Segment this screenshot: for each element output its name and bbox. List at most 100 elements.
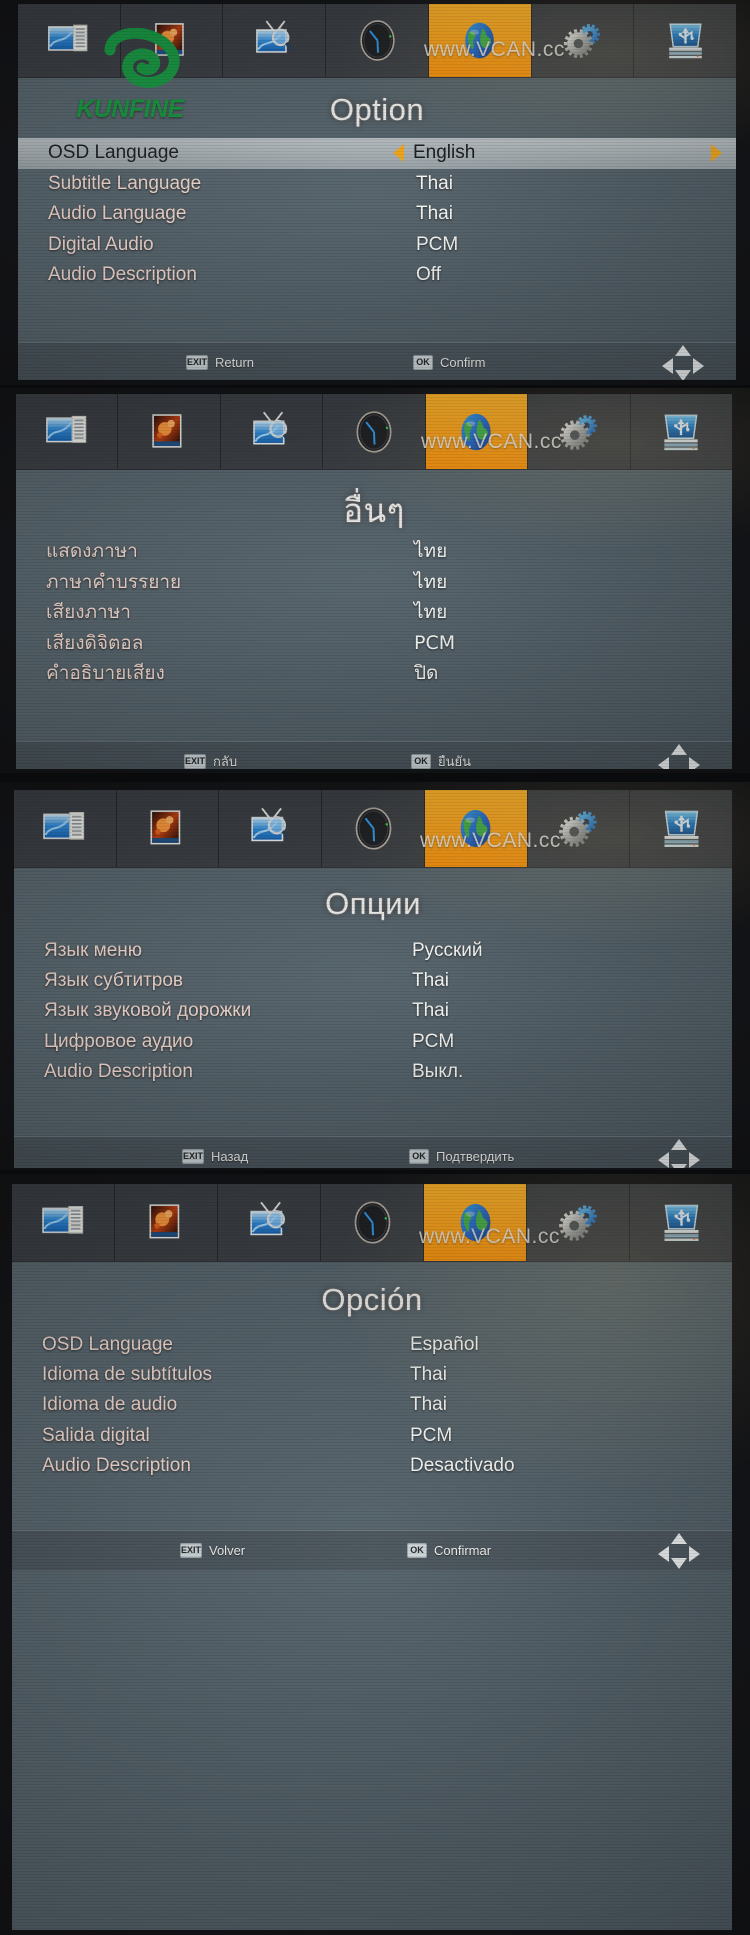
iconbar-item-usb[interactable] bbox=[634, 4, 736, 77]
setting-row[interactable]: เสียงดิจิตอล PCM bbox=[16, 628, 732, 659]
setting-row[interactable]: OSD Language Español bbox=[12, 1330, 732, 1360]
iconbar-item-channel-search[interactable] bbox=[223, 4, 327, 77]
exit-label: Return bbox=[215, 355, 255, 370]
ok-hint[interactable]: OK ยืนยัน bbox=[411, 751, 471, 769]
setting-row[interactable]: OSD Language English bbox=[18, 138, 736, 169]
dpad-up-icon bbox=[671, 1533, 687, 1544]
iconbar-item-usb[interactable] bbox=[630, 394, 732, 469]
iconbar-item-picture[interactable] bbox=[120, 4, 224, 77]
time-icon bbox=[355, 807, 391, 850]
usb-icon bbox=[668, 23, 702, 59]
dpad-down-icon bbox=[671, 1164, 687, 1168]
icon-bar-english bbox=[18, 4, 736, 78]
dpad-icon[interactable] bbox=[662, 345, 704, 380]
chevron-left-icon[interactable] bbox=[393, 144, 404, 162]
channel-search-icon bbox=[255, 20, 293, 53]
iconbar-item-time[interactable] bbox=[321, 1184, 424, 1261]
settings-list-english: OSD Language English Subtitle Language Thai… bbox=[18, 138, 736, 291]
iconbar-item-picture[interactable] bbox=[115, 1184, 218, 1261]
setting-label: Цифровое аудио bbox=[44, 1030, 194, 1052]
settings-list-spanish: OSD Language Español Idioma de subtítulos T… bbox=[12, 1330, 732, 1481]
iconbar-item-system[interactable] bbox=[528, 394, 631, 469]
chevron-right-icon[interactable] bbox=[711, 144, 722, 162]
setting-label: OSD Language bbox=[48, 142, 179, 164]
iconbar-item-channel-search[interactable] bbox=[219, 790, 323, 867]
exit-label: Volver bbox=[209, 1543, 246, 1558]
setting-row[interactable]: Digital Audio PCM bbox=[18, 230, 736, 261]
setting-row[interactable]: Idioma de audio Thai bbox=[12, 1390, 732, 1420]
iconbar-item-channel-search[interactable] bbox=[220, 394, 324, 469]
setting-value: PCM bbox=[416, 233, 459, 255]
program-icon bbox=[43, 812, 85, 840]
setting-row[interactable]: Язык меню Русский bbox=[14, 936, 732, 966]
setting-row[interactable]: Цифровое аудио PCM bbox=[14, 1027, 732, 1057]
setting-value: ปิด bbox=[414, 662, 439, 685]
ok-keycap: OK bbox=[407, 1543, 427, 1558]
dpad-icon[interactable] bbox=[658, 744, 700, 769]
iconbar-item-program[interactable] bbox=[14, 790, 117, 867]
iconbar-item-option[interactable] bbox=[428, 4, 532, 77]
setting-value: Thai bbox=[412, 1000, 449, 1022]
time-icon bbox=[359, 20, 395, 61]
setting-row[interactable]: Idioma de subtítulos Thai bbox=[12, 1360, 732, 1390]
iconbar-item-time[interactable] bbox=[326, 4, 429, 77]
setting-row[interactable]: Subtitle Language Thai bbox=[18, 169, 736, 200]
exit-hint[interactable]: EXIT Назад bbox=[182, 1149, 248, 1164]
iconbar-item-option[interactable] bbox=[424, 790, 528, 867]
system-icon bbox=[563, 23, 600, 59]
dpad-icon[interactable] bbox=[658, 1533, 700, 1569]
iconbar-item-system[interactable] bbox=[527, 790, 631, 867]
dpad-icon[interactable] bbox=[658, 1139, 700, 1168]
iconbar-item-program[interactable] bbox=[18, 4, 121, 77]
iconbar-item-option[interactable] bbox=[424, 1184, 527, 1261]
setting-value: Español bbox=[410, 1334, 479, 1356]
setting-value: PCM bbox=[412, 1030, 455, 1052]
ok-hint[interactable]: OK Подтвердить bbox=[409, 1149, 514, 1164]
setting-row[interactable]: Audio Description Desactivado bbox=[12, 1451, 732, 1481]
setting-row[interactable]: แสดงภาษา ไทย bbox=[16, 536, 732, 567]
ok-hint[interactable]: OK Confirm bbox=[413, 355, 486, 370]
setting-row[interactable]: เสียงภาษา ไทย bbox=[16, 597, 732, 628]
setting-row[interactable]: Язык звуковой дорожки Thai bbox=[14, 996, 732, 1026]
setting-label: OSD Language bbox=[42, 1334, 173, 1356]
iconbar-item-picture[interactable] bbox=[118, 394, 221, 469]
setting-row[interactable]: Salida digital PCM bbox=[12, 1421, 732, 1451]
setting-row[interactable]: ภาษาคำบรรยาย ไทย bbox=[16, 567, 732, 598]
setting-row[interactable]: Audio Description Off bbox=[18, 260, 736, 291]
iconbar-item-system[interactable] bbox=[527, 1184, 630, 1261]
option-icon bbox=[460, 809, 491, 848]
setting-row[interactable]: คำอธิบายเสียง ปิด bbox=[16, 658, 732, 689]
iconbar-item-usb[interactable] bbox=[630, 790, 732, 867]
setting-row[interactable]: Audio Description Выкл. bbox=[14, 1057, 732, 1087]
iconbar-item-time[interactable] bbox=[322, 790, 425, 867]
setting-row[interactable]: Язык субтитров Thai bbox=[14, 966, 732, 996]
dpad-right-icon bbox=[689, 757, 700, 769]
tv-screen-thai: KUNFINE อื่นๆ www.VCAN.cc แสดงภาษาไทยภาษ… bbox=[16, 394, 732, 769]
option-icon bbox=[461, 413, 491, 450]
iconbar-item-time[interactable] bbox=[323, 394, 426, 469]
setting-value: ไทย bbox=[414, 540, 448, 563]
program-icon bbox=[48, 24, 88, 52]
exit-hint[interactable]: EXIT กลับ bbox=[184, 751, 237, 769]
iconbar-item-channel-search[interactable] bbox=[218, 1184, 321, 1261]
setting-label: ภาษาคำบรรยาย bbox=[46, 570, 182, 593]
dpad-up-icon bbox=[671, 744, 687, 755]
page-title-thai: อื่นๆ bbox=[343, 491, 405, 530]
osd-panel-thai: KUNFINE อื่นๆ www.VCAN.cc แสดงภาษาไทยภาษ… bbox=[0, 388, 750, 773]
ok-hint[interactable]: OK Confirmar bbox=[407, 1543, 491, 1558]
exit-keycap: EXIT bbox=[180, 1543, 202, 1558]
iconbar-item-program[interactable] bbox=[16, 394, 119, 469]
iconbar-item-system[interactable] bbox=[531, 4, 635, 77]
iconbar-item-usb[interactable] bbox=[630, 1184, 732, 1261]
time-icon bbox=[354, 1201, 390, 1244]
iconbar-item-picture[interactable] bbox=[116, 790, 220, 867]
iconbar-item-option[interactable] bbox=[425, 394, 529, 469]
exit-hint[interactable]: EXIT Return bbox=[186, 355, 254, 370]
setting-row[interactable]: Audio Language Thai bbox=[18, 199, 736, 230]
iconbar-item-program[interactable] bbox=[12, 1184, 115, 1261]
footer-bar-spanish: EXIT Volver OK Confirmar bbox=[12, 1530, 732, 1570]
exit-hint[interactable]: EXIT Volver bbox=[180, 1543, 245, 1558]
page-title-russian: Опции bbox=[325, 886, 421, 921]
setting-label: Audio Language bbox=[48, 203, 187, 225]
setting-value: Выкл. bbox=[412, 1060, 464, 1082]
